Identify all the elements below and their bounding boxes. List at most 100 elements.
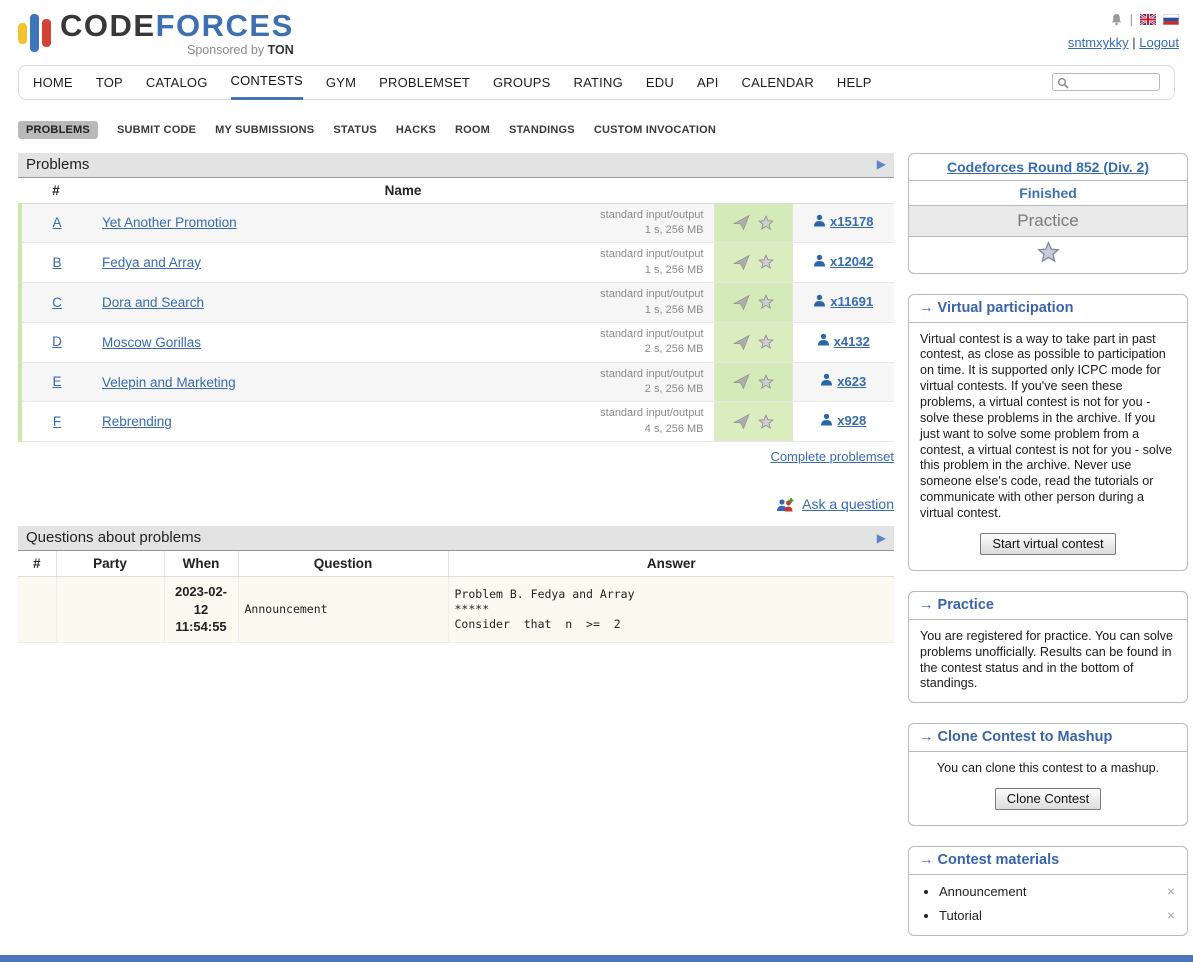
problem-letter-link[interactable]: B [52, 255, 61, 270]
favorite-star-icon[interactable] [758, 334, 774, 350]
solved-count-link[interactable]: x15178 [813, 214, 873, 230]
questions-table-container: Questions about problems ▶ # Party When … [18, 526, 894, 643]
expand-arrow-icon[interactable]: ▶ [877, 158, 886, 170]
subnav-item-my-submissions[interactable]: MY SUBMISSIONS [215, 124, 314, 136]
practice-text: You are registered for practice. You can… [920, 629, 1176, 692]
contest-favorite-star-icon[interactable] [1037, 241, 1060, 264]
close-icon[interactable]: × [1167, 907, 1175, 923]
clone-contest-button[interactable]: Clone Contest [995, 788, 1101, 810]
problem-letter-link[interactable]: D [52, 334, 62, 349]
username-link[interactable]: sntmxykky [1068, 35, 1129, 50]
nav-item-edu[interactable]: EDU [646, 65, 674, 100]
close-icon[interactable]: × [1167, 883, 1175, 899]
search-icon [1057, 76, 1069, 94]
problem-letter-link[interactable]: A [52, 215, 61, 230]
problem-letter-link[interactable]: C [52, 295, 62, 310]
col-header-num: # [20, 178, 92, 204]
questions-caption-bar: Questions about problems ▶ [18, 526, 894, 551]
q-col-party: Party [56, 551, 164, 577]
problem-letter-link[interactable]: E [52, 374, 61, 389]
user-row: sntmxykky | Logout [1068, 35, 1179, 50]
nav-item-top[interactable]: TOP [96, 65, 123, 100]
nav-item-home[interactable]: HOME [33, 65, 73, 100]
favorite-star-icon[interactable] [758, 374, 774, 390]
nav-item-catalog[interactable]: CATALOG [146, 65, 208, 100]
favorite-star-icon[interactable] [758, 254, 774, 270]
favorite-star-icon[interactable] [758, 215, 774, 231]
nav-item-rating[interactable]: RATING [574, 65, 623, 100]
contest-mode: Practice [909, 205, 1187, 236]
flag-ru-icon[interactable] [1163, 14, 1179, 25]
nav-item-help[interactable]: HELP [837, 65, 872, 100]
contest-subnav: PROBLEMS SUBMIT CODE MY SUBMISSIONS STAT… [18, 121, 1175, 139]
subnav-item-status[interactable]: STATUS [333, 124, 377, 136]
problem-row: D Moscow Gorillasstandard input/output2 … [20, 322, 894, 362]
problem-name-link[interactable]: Velepin and Marketing [102, 375, 236, 390]
problem-io: standard input/output [600, 406, 703, 421]
codeforces-logo[interactable]: CODEFORCES Sponsored by TON [18, 10, 294, 57]
material-item: Tutorial × [939, 908, 1177, 923]
subnav-item-problems[interactable]: PROBLEMS [18, 121, 98, 139]
problem-io: standard input/output [600, 367, 703, 382]
complete-problemset-link[interactable]: Complete problemset [770, 449, 894, 464]
solved-count-link[interactable]: x12042 [813, 254, 873, 270]
problem-io: standard input/output [600, 247, 703, 262]
problem-row: E Velepin and Marketing standard input/ou… [20, 362, 894, 402]
material-tutorial-link[interactable]: Tutorial [939, 908, 982, 923]
expand-arrow-icon[interactable]: ▶ [877, 532, 886, 544]
subnav-item-room[interactable]: ROOM [455, 124, 490, 136]
subnav-item-submit-code[interactable]: SUBMIT CODE [117, 124, 196, 136]
solved-count-link[interactable]: x4132 [817, 333, 870, 349]
favorite-star-icon[interactable] [758, 294, 774, 310]
nav-item-gym[interactable]: GYM [326, 65, 356, 100]
problem-letter-link[interactable]: F [53, 414, 61, 429]
problem-name-link[interactable]: Rebrending [102, 414, 172, 429]
submit-plane-icon[interactable] [733, 413, 750, 430]
solver-person-icon [817, 333, 830, 349]
footer-bar [0, 955, 1193, 962]
submit-plane-icon[interactable] [733, 334, 750, 351]
logout-link[interactable]: Logout [1139, 35, 1179, 50]
solved-count: x4132 [834, 334, 870, 349]
solved-count: x11691 [830, 294, 873, 309]
submit-plane-icon[interactable] [733, 294, 750, 311]
main-nav: HOME TOP CATALOG CONTESTS GYM PROBLEMSET… [18, 65, 1175, 100]
bell-icon[interactable] [1110, 13, 1123, 26]
material-announcement-link[interactable]: Announcement [939, 884, 1026, 899]
solved-count-link[interactable]: x623 [820, 373, 866, 389]
solved-count-link[interactable]: x928 [820, 413, 866, 429]
ask-question-link[interactable]: Ask a question [802, 496, 894, 512]
problem-io: standard input/output [600, 208, 703, 223]
problem-name-link[interactable]: Dora and Search [102, 295, 204, 310]
start-virtual-contest-button[interactable]: Start virtual contest [980, 533, 1115, 555]
nav-item-api[interactable]: API [697, 65, 719, 100]
question-when: 2023-02-12 11:54:55 [164, 577, 238, 643]
problem-name-link[interactable]: Fedya and Array [102, 255, 201, 270]
problem-name-link[interactable]: Moscow Gorillas [102, 335, 201, 350]
sponsored-by: Sponsored by TON [60, 43, 294, 57]
problem-name-link[interactable]: Yet Another Promotion [102, 215, 237, 230]
submit-plane-icon[interactable] [733, 214, 750, 231]
nav-item-groups[interactable]: GROUPS [493, 65, 551, 100]
subnav-item-hacks[interactable]: HACKS [396, 124, 436, 136]
subnav-item-standings[interactable]: STANDINGS [509, 124, 575, 136]
submit-plane-icon[interactable] [733, 254, 750, 271]
solver-person-icon [813, 294, 826, 310]
header: CODEFORCES Sponsored by TON | sntmxykky … [0, 0, 1193, 59]
nav-item-contests[interactable]: CONTESTS [231, 65, 303, 100]
submit-plane-icon[interactable] [733, 373, 750, 390]
nav-item-calendar[interactable]: CALENDAR [742, 65, 814, 100]
subnav-item-custom-invocation[interactable]: CUSTOM INVOCATION [594, 124, 716, 136]
materials-list: Announcement × Tutorial × [909, 884, 1187, 923]
clone-contest-text: You can clone this contest to a mashup. [920, 761, 1176, 777]
flag-uk-icon[interactable] [1140, 14, 1156, 25]
q-col-question: Question [238, 551, 448, 577]
problem-row: F Rebrendingstandard input/output4 s, 25… [20, 402, 894, 442]
favorite-star-icon[interactable] [758, 414, 774, 430]
nav-item-problemset[interactable]: PROBLEMSET [379, 65, 470, 100]
contest-materials-title: → Contest materials [909, 847, 1187, 875]
contest-title-link[interactable]: Codeforces Round 852 (Div. 2) [947, 159, 1149, 175]
question-text: Announcement [238, 577, 448, 643]
clone-contest-box: → Clone Contest to Mashup You can clone … [908, 723, 1188, 826]
solved-count-link[interactable]: x11691 [813, 294, 873, 310]
